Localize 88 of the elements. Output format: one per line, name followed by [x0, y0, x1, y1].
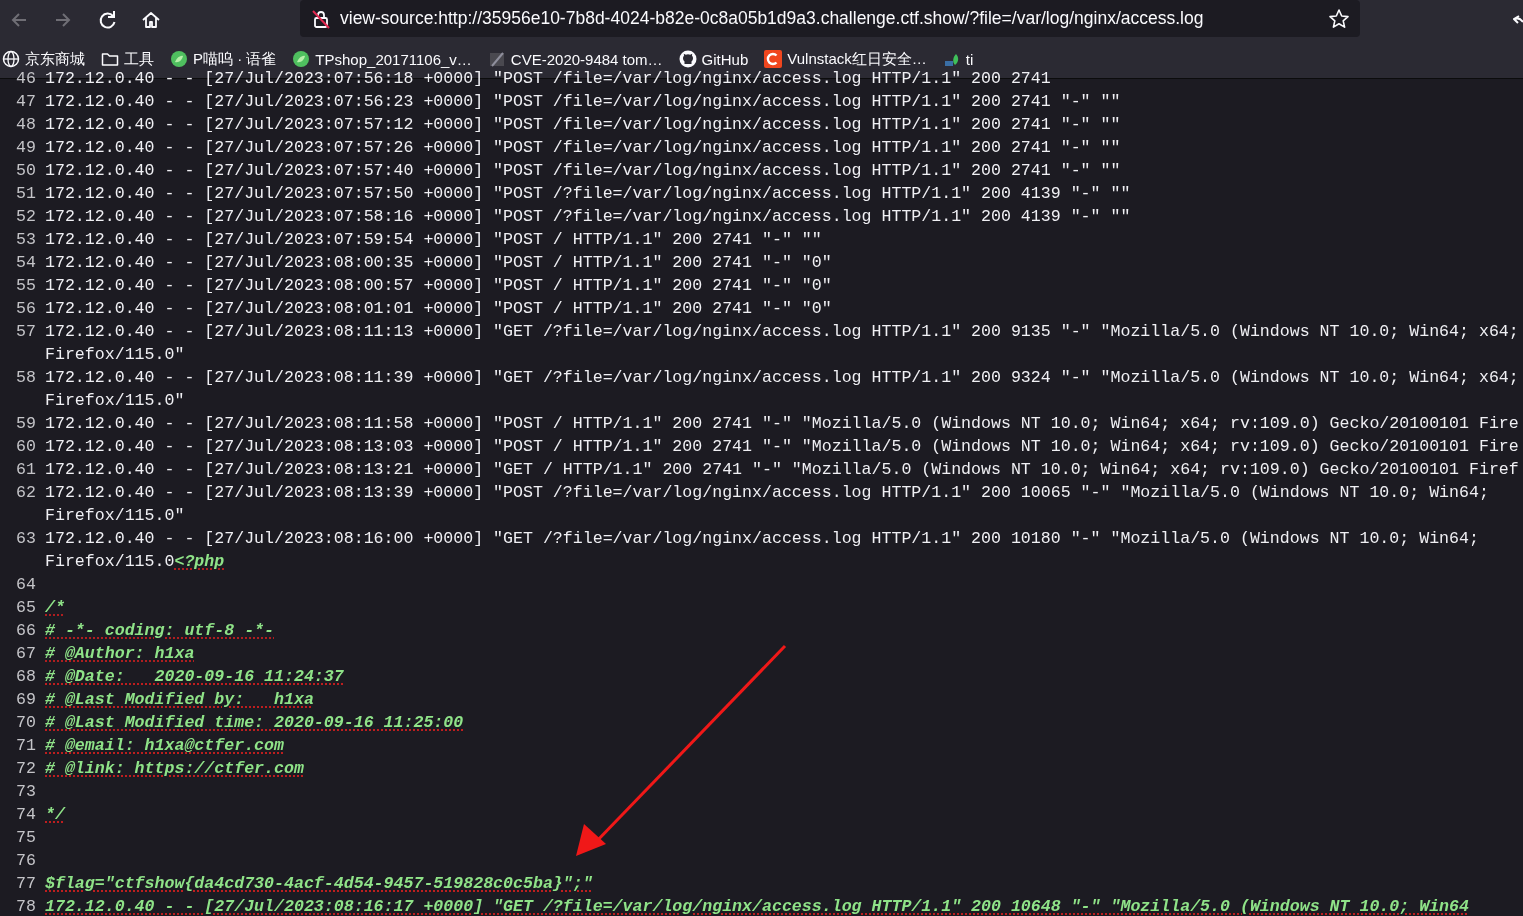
- source-text: 172.12.0.40 - - [27/Jul/2023:07:58:16 +0000] "POST /?file=/var/log/nginx/access.log HTTP/1.1" 200 4139 "-" "": [45, 207, 1131, 226]
- source-text: 172.12.0.40 - - [27/Jul/2023:08:00:35 +0000] "POST / HTTP/1.1" 200 2741 "-" "0": [45, 253, 832, 272]
- line-number: 63: [15, 528, 36, 550]
- line-number: 78: [15, 896, 36, 916]
- highlighted-source-text: # @Last Modified time: 2020-09-16 11:25:00: [45, 713, 464, 732]
- line-number: 61: [15, 459, 36, 481]
- line-number: 67: [15, 643, 36, 665]
- bookmark-label: P喵呜 · 语雀: [193, 49, 277, 69]
- source-text: 172.12.0.40 - - [27/Jul/2023:08:13:21 +0000] "GET / HTTP/1.1" 200 2741 "-" "Mozilla/5.0 (Windows NT 10.0; Win64; x64; rv:109.0) Gecko/20100101 Firef: [45, 460, 1519, 479]
- bookmark-label: 京东商城: [25, 49, 85, 69]
- line-number: 70: [15, 712, 36, 734]
- bookmark-item[interactable]: P喵呜 · 语雀: [170, 49, 277, 69]
- line-number: 49: [15, 137, 36, 159]
- source-text: 172.12.0.40 - - [27/Jul/2023:08:16:00 +0000] "GET /?file=/var/log/nginx/access.log HTTP/1.1" 200 10180 "-" "Mozilla/5.0 (Windows NT 10.0; Win64;: [45, 529, 1479, 548]
- line-number: 73: [15, 781, 36, 803]
- line-number: 58: [15, 367, 36, 389]
- line-number: 75: [15, 827, 36, 849]
- line-number: 57: [15, 321, 36, 343]
- source-text: 172.12.0.40 - - [27/Jul/2023:07:57:12 +0000] "POST /file=/var/log/nginx/access.log HTTP/1.1" 200 2741 "-" "": [45, 115, 1121, 134]
- bookmark-item[interactable]: ti: [942, 50, 974, 68]
- highlighted-source-text: # @Last Modified by: h1xa: [45, 690, 314, 709]
- bookmark-star-icon[interactable]: [1328, 7, 1350, 30]
- source-text: 172.12.0.40 - - [27/Jul/2023:07:56:18 +0000] "POST /file=/var/log/nginx/access.log HTTP/1.1" 200 2741: [45, 69, 1051, 88]
- line-number: 54: [15, 252, 36, 274]
- line-number: 52: [15, 206, 36, 228]
- line-number: 47: [15, 91, 36, 113]
- bookmark-item[interactable]: 京东商城: [2, 49, 85, 69]
- highlighted-source-text: /*: [45, 598, 65, 617]
- bookmark-label: 工具: [124, 49, 154, 69]
- line-number: 66: [15, 620, 36, 642]
- bookmark-item[interactable]: GitHub: [678, 50, 749, 68]
- highlighted-source-text: # -*- coding: utf-8 -*-: [45, 621, 275, 640]
- source-text: Firefox/115.0": [45, 391, 185, 410]
- source-text: 172.12.0.40 - - [27/Jul/2023:07:57:40 +0000] "POST /file=/var/log/nginx/access.log HTTP/1.1" 200 2741 "-" "": [45, 161, 1121, 180]
- highlighted-source-text: <?php: [174, 552, 225, 571]
- bookmark-item[interactable]: 工具: [101, 49, 154, 69]
- highlighted-source-text: # @Author: h1xa: [45, 644, 195, 663]
- source-text: 172.12.0.40 - - [27/Jul/2023:08:01:01 +0000] "POST / HTTP/1.1" 200 2741 "-" "0": [45, 299, 832, 318]
- source-text: 172.12.0.40 - - [27/Jul/2023:08:11:13 +0000] "GET /?file=/var/log/nginx/access.log HTTP/1.1" 200 9135 "-" "Mozilla/5.0 (Windows NT 10.0; Win64; x64;: [45, 322, 1519, 341]
- line-number: 72: [15, 758, 36, 780]
- ball-icon: [292, 50, 311, 68]
- source-text: 172.12.0.40 - - [27/Jul/2023:08:00:57 +0000] "POST / HTTP/1.1" 200 2741 "-" "0": [45, 276, 832, 295]
- highlighted-source-text: # @email: h1xa@ctfer.com: [45, 736, 284, 755]
- home-icon[interactable]: [140, 9, 162, 31]
- source-text: 172.12.0.40 - - [27/Jul/2023:07:56:23 +0000] "POST /file=/var/log/nginx/access.log HTTP/1.1" 200 2741 "-" "": [45, 92, 1121, 111]
- source-text: 172.12.0.40 - - [27/Jul/2023:07:59:54 +0000] "POST / HTTP/1.1" 200 2741 "-" "": [45, 230, 822, 249]
- bookmark-label: GitHub: [701, 50, 749, 68]
- line-number: 76: [15, 850, 36, 872]
- line-number: 74: [15, 804, 36, 826]
- line-number: 48: [15, 114, 36, 136]
- line-number: 55: [15, 275, 36, 297]
- line-number: 77: [15, 873, 36, 895]
- source-text: 172.12.0.40 - - [27/Jul/2023:08:11:58 +0000] "POST / HTTP/1.1" 200 2741 "-" "Mozilla/5.0 (Windows NT 10.0; Win64; x64; rv:109.0) Gecko/20100101 Fire: [45, 414, 1519, 433]
- address-bar[interactable]: view-source:http://35956e10-7b8d-4024-b82e-0c8a05b1d9a3.challenge.ctf.show/?file=/var/log/nginx/access.log: [300, 0, 1360, 37]
- url-text: view-source:http://35956e10-7b8d-4024-b82e-0c8a05b1d9a3.challenge.ctf.show/?file=/var/log/nginx/access.log: [340, 8, 1205, 29]
- highlighted-source-text: 172.12.0.40 - - [27/Jul/2023:08:16:17 +0000] "GET /?file=/var/log/nginx/access.log HTTP/1.1" 200 10648 "-" "Mozilla/5.0 (Windows NT 10.0; Win64: [45, 897, 1469, 916]
- line-number: 53: [15, 229, 36, 251]
- line-number: 46: [15, 68, 36, 90]
- slash-icon: [487, 50, 506, 68]
- line-number: 69: [15, 689, 36, 711]
- line-number: 56: [15, 298, 36, 320]
- source-text: Firefox/115.0": [45, 345, 185, 364]
- line-number: 50: [15, 160, 36, 182]
- line-number: 62: [15, 482, 36, 504]
- c-logo-icon: [764, 50, 783, 68]
- source-text: Firefox/115.0": [45, 506, 185, 525]
- source-text: 172.12.0.40 - - [27/Jul/2023:07:57:50 +0000] "POST /?file=/var/log/nginx/access.log HTTP/1.1" 200 4139 "-" "": [45, 184, 1131, 203]
- source-text: Firefox/115.0: [45, 552, 175, 571]
- source-text: 172.12.0.40 - - [27/Jul/2023:08:11:39 +0000] "GET /?file=/var/log/nginx/access.log HTTP/1.1" 200 9324 "-" "Mozilla/5.0 (Windows NT 10.0; Win64; x64;: [45, 368, 1519, 387]
- github-icon: [678, 50, 697, 68]
- bookmark-label: ti: [965, 50, 974, 68]
- source-text: 172.12.0.40 - - [27/Jul/2023:07:57:26 +0000] "POST /file=/var/log/nginx/access.log HTTP/1.1" 200 2741 "-" "": [45, 138, 1121, 157]
- source-text: 172.12.0.40 - - [27/Jul/2023:08:13:39 +0000] "POST /?file=/var/log/nginx/access.log HTTP/1.1" 200 10065 "-" "Mozilla/5.0 (Windows NT 10.0; Win64;: [45, 483, 1489, 502]
- ball-icon: [170, 50, 188, 68]
- line-number: 64: [15, 574, 36, 596]
- highlighted-source-text: $flag="ctfshow{da4cd730-4acf-4d54-9457-519828c0c5ba}";": [45, 874, 593, 893]
- line-number: 68: [15, 666, 36, 688]
- line-number: 60: [15, 436, 36, 458]
- line-number: 71: [15, 735, 36, 757]
- line-number: 59: [15, 413, 36, 435]
- folder-icon: [101, 50, 119, 68]
- highlighted-source-text: # @Date: 2020-09-16 11:24:37: [45, 667, 344, 686]
- highlighted-source-text: # @link: https://ctfer.com: [45, 759, 304, 778]
- source-text: 172.12.0.40 - - [27/Jul/2023:08:13:03 +0000] "POST / HTTP/1.1" 200 2741 "-" "Mozilla/5.0 (Windows NT 10.0; Win64; x64; rv:109.0) Gecko/20100101 Fire: [45, 437, 1519, 456]
- globe-icon: [2, 50, 20, 68]
- line-number: 65: [15, 597, 36, 619]
- line-number: 51: [15, 183, 36, 205]
- highlighted-source-text: */: [45, 805, 65, 824]
